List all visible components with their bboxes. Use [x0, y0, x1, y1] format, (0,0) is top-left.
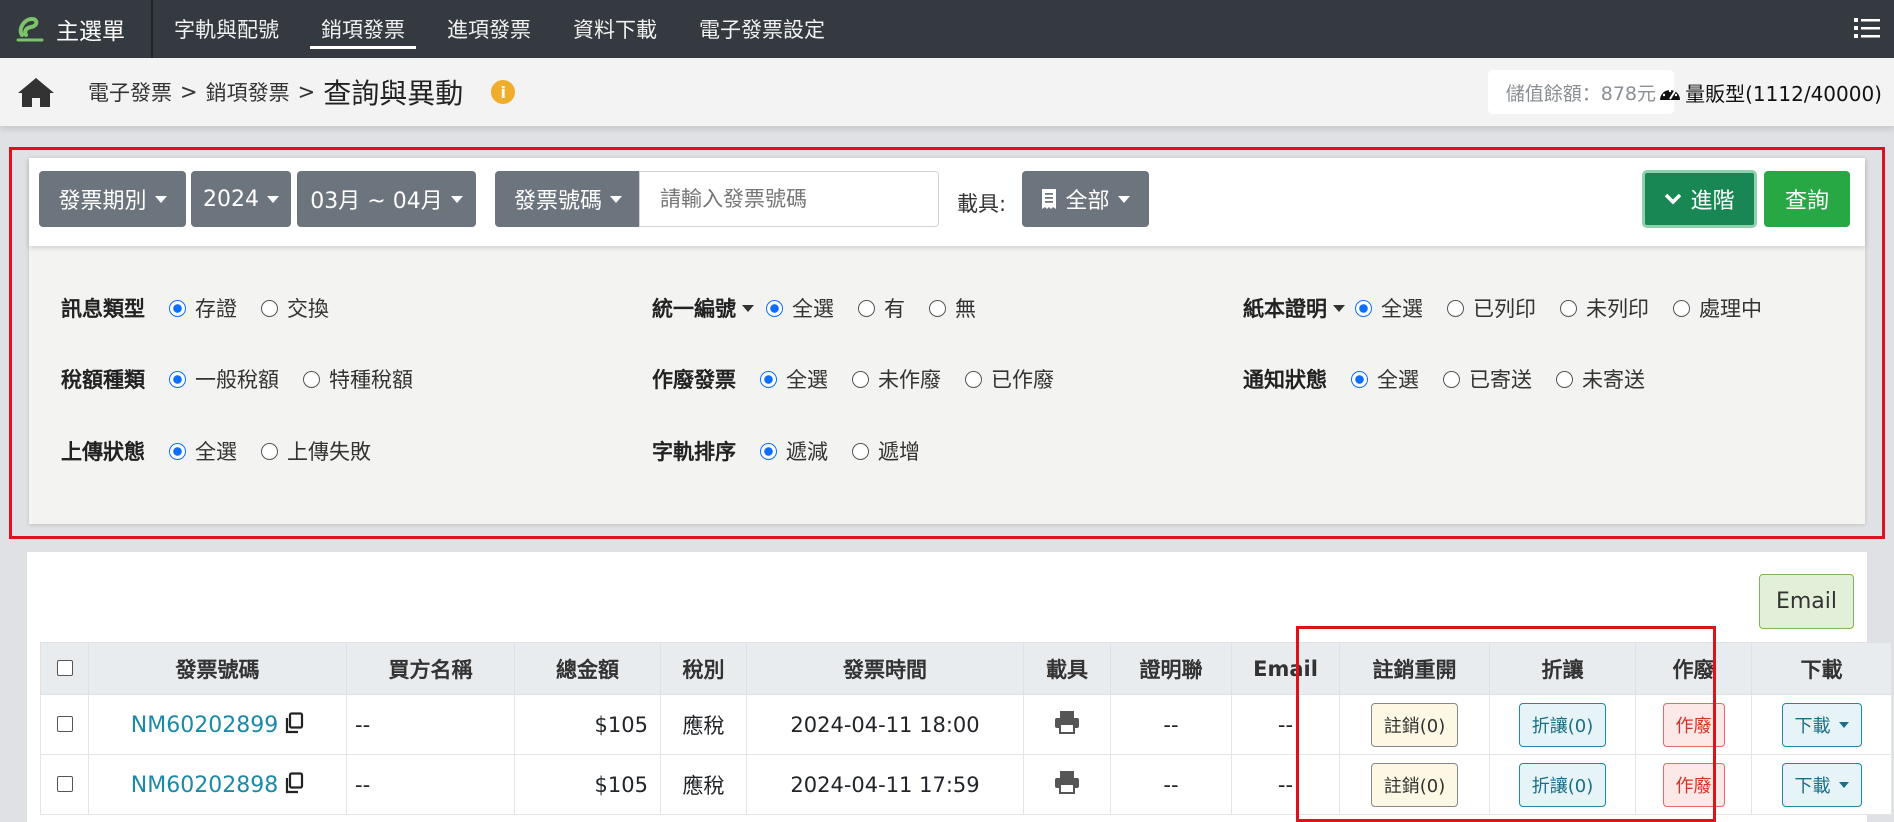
amount-cell: $105	[514, 754, 661, 815]
nav-item-label: 資料下載	[573, 18, 657, 42]
buyer-cell: --	[346, 694, 515, 755]
breadcrumb-einvoice[interactable]: 電子發票	[88, 77, 172, 107]
invoice-no-cell: NM60202899	[88, 694, 347, 755]
select-all-header[interactable]	[40, 642, 89, 695]
tax-cell: 應稅	[660, 754, 747, 815]
plan-label: 量販型(1112/40000)	[1685, 82, 1882, 106]
page-title: 查詢與異動	[323, 77, 464, 110]
col-tax: 稅別	[660, 642, 747, 695]
proof-cell: --	[1110, 694, 1232, 755]
proof-cell: --	[1110, 754, 1232, 815]
col-proof: 證明聯	[1110, 642, 1232, 695]
row-select-cell	[40, 694, 89, 755]
info-icon[interactable]: i	[491, 80, 516, 104]
invoice-no-cell: NM60202898	[88, 754, 347, 815]
carrier-cell	[1023, 694, 1111, 755]
nav-item-purchase-invoice[interactable]: 進項發票	[426, 0, 552, 58]
caret-down-icon	[1838, 721, 1849, 728]
print-icon[interactable]	[1054, 770, 1080, 794]
carrier-cell	[1023, 754, 1111, 815]
col-download: 下載	[1751, 642, 1892, 695]
copy-icon[interactable]	[284, 771, 304, 794]
hamburger-list-icon[interactable]	[1854, 16, 1880, 40]
buyer-cell: --	[346, 754, 515, 815]
nav-item-label: 電子發票設定	[699, 18, 825, 42]
download-label: 下載	[1794, 715, 1831, 737]
nav-item-label: 進項發票	[447, 18, 531, 42]
email-button[interactable]: Email	[1759, 574, 1854, 629]
nav-item-track[interactable]: 字軌與配號	[153, 0, 300, 58]
copy-icon[interactable]	[284, 711, 304, 734]
breadcrumb-separator: >	[180, 80, 198, 104]
home-icon[interactable]	[16, 75, 56, 109]
plan-status: 量販型(1112/40000)	[1659, 78, 1882, 107]
time-cell: 2024-04-11 17:59	[746, 754, 1024, 815]
main-menu-brand[interactable]: 主選單	[0, 0, 153, 58]
nav-item-label: 銷項發票	[321, 18, 405, 42]
time-cell: 2024-04-11 18:00	[746, 694, 1024, 755]
row-select-cell	[40, 754, 89, 815]
col-time: 發票時間	[746, 642, 1024, 695]
col-buyer: 買方名稱	[346, 642, 515, 695]
invoice-number-link[interactable]: NM60202898	[131, 773, 278, 798]
caret-down-icon	[1838, 781, 1849, 788]
breadcrumb-sales-invoice[interactable]: 銷項發票	[206, 77, 290, 107]
download-button[interactable]: 下載	[1781, 762, 1862, 807]
nav-item-einvoice-settings[interactable]: 電子發票設定	[678, 0, 846, 58]
select-all-checkbox[interactable]	[56, 659, 73, 676]
breadcrumb: 電子發票 > 銷項發票 > 查詢與異動 i	[88, 72, 516, 112]
top-navbar: 主選單 字軌與配號 銷項發票 進項發票 資料下載 電子發票設定	[0, 0, 1894, 58]
brand-label: 主選單	[56, 19, 125, 45]
col-invoice-no: 發票號碼	[88, 642, 347, 695]
nav-item-label: 字軌與配號	[174, 18, 279, 42]
highlight-box-actions	[1296, 626, 1716, 822]
row-checkbox[interactable]	[56, 715, 73, 732]
invoice-number-link[interactable]: NM60202899	[131, 713, 278, 738]
download-label: 下載	[1794, 775, 1831, 797]
tax-cell: 應稅	[660, 694, 747, 755]
balance-display: 儲值餘額：878元	[1487, 70, 1674, 114]
col-amount: 總金額	[514, 642, 661, 695]
nav-item-data-download[interactable]: 資料下載	[552, 0, 678, 58]
breadcrumb-bar: 電子發票 > 銷項發票 > 查詢與異動 i 儲值餘額：878元 量販型(1112…	[0, 58, 1894, 126]
row-checkbox[interactable]	[56, 775, 73, 792]
print-icon[interactable]	[1054, 710, 1080, 734]
nav-item-sales-invoice[interactable]: 銷項發票	[300, 0, 426, 58]
amount-cell: $105	[514, 694, 661, 755]
download-button[interactable]: 下載	[1781, 702, 1862, 747]
col-carrier: 載具	[1023, 642, 1111, 695]
download-cell: 下載	[1751, 694, 1892, 755]
speedometer-icon	[1660, 89, 1681, 100]
breadcrumb-separator: >	[297, 80, 316, 104]
highlight-box-filters	[9, 147, 1885, 539]
brand-logo-icon	[16, 16, 44, 42]
download-cell: 下載	[1751, 754, 1892, 815]
